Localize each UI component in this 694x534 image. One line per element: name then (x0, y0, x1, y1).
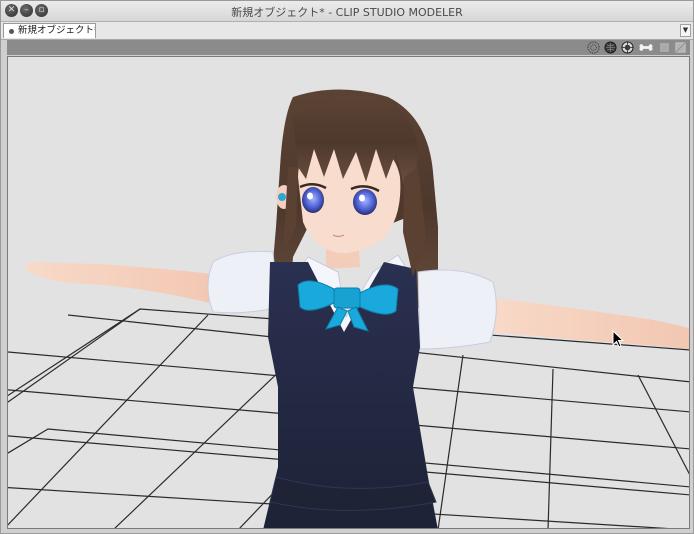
viewport-canvas[interactable] (8, 57, 690, 529)
shaded-sphere-icon[interactable] (621, 41, 634, 54)
app-window: ✕ – ▫ 新規オブジェクト* - CLIP STUDIO MODELER 新規… (0, 0, 694, 534)
right-eye (353, 189, 377, 215)
tab-dropdown-button[interactable]: ▼ (680, 24, 691, 37)
tab-new-object[interactable]: 新規オブジェクト* (3, 23, 96, 38)
window-title: 新規オブジェクト* - CLIP STUDIO MODELER (231, 6, 463, 19)
left-arm (24, 262, 223, 305)
solid-sphere-icon[interactable] (604, 41, 617, 54)
title-bar[interactable]: ✕ – ▫ 新規オブジェクト* - CLIP STUDIO MODELER (1, 1, 693, 22)
camera-icon[interactable] (674, 41, 687, 54)
document-tab-bar: 新規オブジェクト* ▼ (1, 22, 693, 40)
bone-icon[interactable] (638, 41, 654, 54)
mouse-cursor-icon (612, 330, 624, 348)
light-icon[interactable] (658, 41, 671, 54)
left-eye (302, 187, 324, 213)
viewport-toolbar (7, 40, 690, 55)
hair-clip (278, 193, 286, 201)
wireframe-sphere-icon[interactable] (587, 41, 600, 54)
right-sleeve (417, 269, 497, 350)
tab-label: 新規オブジェクト* (18, 25, 96, 36)
right-arm (486, 297, 689, 349)
3d-viewport[interactable] (7, 56, 690, 529)
left-sleeve (207, 251, 279, 314)
tab-modified-dot-icon (9, 29, 14, 34)
